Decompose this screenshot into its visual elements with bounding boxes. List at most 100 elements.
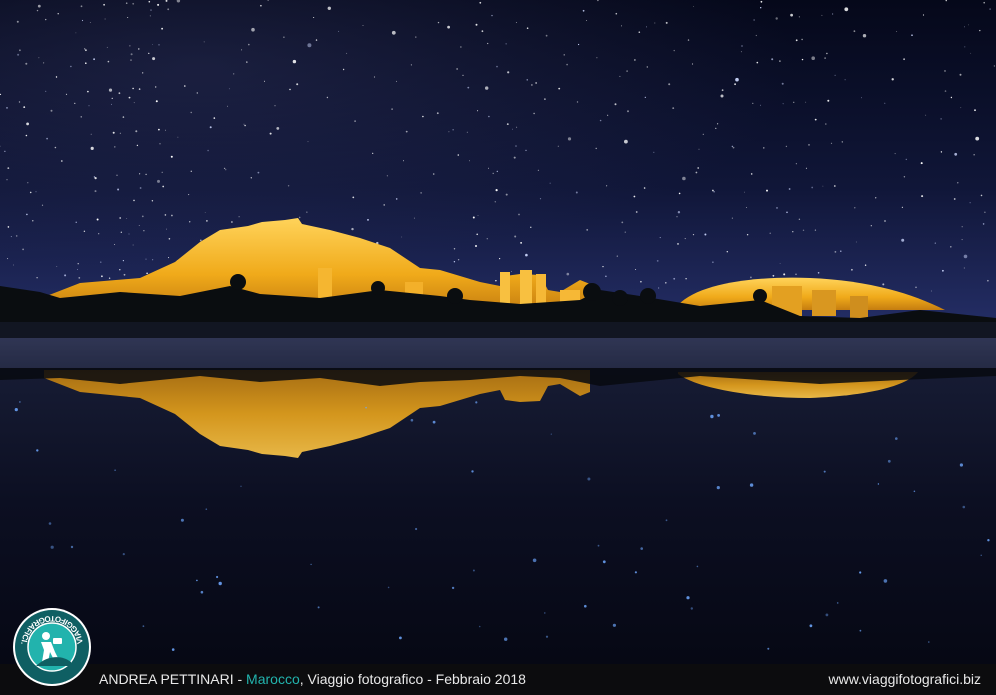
star [811,56,815,60]
star [567,137,572,141]
star [833,185,836,187]
website-link[interactable]: www.viaggifotografici.biz [828,664,981,695]
star [505,193,508,196]
star [403,160,404,162]
star [38,57,40,59]
star [157,3,160,6]
star [152,44,153,45]
star [505,43,507,45]
star [6,179,8,181]
star [313,17,315,18]
star [74,102,76,104]
star [85,62,87,64]
star [656,260,659,262]
star [983,1,985,4]
star-reflection [180,518,184,522]
star [106,46,108,48]
star [98,233,100,235]
star-reflection [471,470,474,473]
star [633,195,636,198]
star [814,118,817,121]
star [60,160,63,162]
star-reflection [859,571,862,574]
star [841,141,843,143]
star [167,8,170,11]
star [118,92,121,95]
star [782,103,784,105]
star [862,34,867,38]
star [142,72,144,74]
star [111,103,112,105]
star-reflection [612,623,617,627]
star [114,146,116,148]
star [984,211,986,213]
star [170,155,173,158]
star [41,204,44,206]
star [566,63,568,66]
star [539,198,542,200]
star [678,192,681,195]
star [45,90,47,92]
star [287,185,290,187]
star [693,6,694,7]
star [549,182,551,184]
star-reflection [218,581,222,586]
star [684,238,686,240]
star-reflection [365,406,367,409]
star [161,171,163,173]
star [586,229,589,231]
star [961,239,963,241]
star [944,90,947,92]
star [515,22,517,23]
star [145,173,147,176]
star [772,274,775,277]
star [7,226,10,228]
star [844,7,849,12]
star [327,6,331,10]
star-reflection [640,547,643,550]
star [432,173,435,175]
star [467,86,470,89]
star-reflection [717,414,720,417]
star [530,226,532,228]
star [750,276,752,279]
star [139,187,142,189]
star [691,63,694,65]
star-reflection [19,401,21,403]
star [283,36,285,38]
star [100,261,102,263]
star [950,246,952,248]
star [963,254,968,259]
star [734,83,736,86]
star [626,70,628,72]
star [45,18,47,21]
star [901,238,905,242]
star [78,277,81,279]
star [346,52,348,54]
night-landscape-photo [0,0,996,664]
star [576,101,579,103]
star [615,12,618,15]
star [944,70,946,72]
star [922,14,925,16]
star [452,129,454,131]
star-reflection [749,483,754,487]
star-reflection [544,612,546,614]
star [731,145,733,147]
star [481,30,484,33]
star [298,216,301,219]
star [23,106,26,108]
star [586,20,587,21]
star [486,238,488,240]
star [945,0,947,2]
star [36,9,39,12]
star [514,235,517,238]
star [437,21,440,24]
star [853,30,856,33]
star [420,192,422,194]
star [104,18,106,20]
star [513,156,516,159]
star [614,103,617,106]
star [307,43,312,48]
star [834,74,836,76]
